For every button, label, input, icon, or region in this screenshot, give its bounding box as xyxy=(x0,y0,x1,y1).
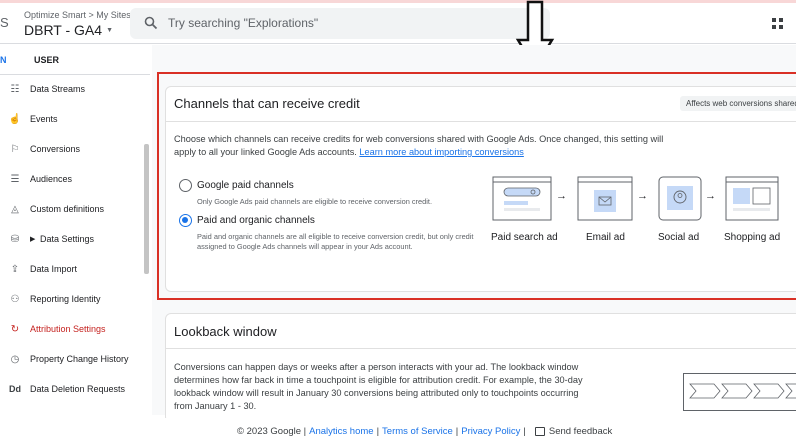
data-streams-icon: ☷ xyxy=(10,83,20,95)
feedback-icon xyxy=(534,427,545,436)
tab-user[interactable]: USER xyxy=(34,55,59,65)
sidebar-item-label: Data Import xyxy=(30,264,78,274)
sidebar-item-label: Events xyxy=(30,114,58,124)
upload-icon: ⇪ xyxy=(10,263,20,275)
sidebar-item-label: Data Streams xyxy=(30,84,86,94)
footer-copyright: © 2023 Google | xyxy=(237,426,307,437)
footer: © 2023 Google | Analytics home | Terms o… xyxy=(0,418,796,445)
footer-link-analytics-home[interactable]: Analytics home xyxy=(309,426,373,437)
sidebar-item-property-change-history[interactable]: ◷ Property Change History xyxy=(0,346,142,372)
footer-separator: | xyxy=(376,426,380,437)
sidebar-scrollbar[interactable] xyxy=(144,144,149,274)
sidebar-item-label: Custom definitions xyxy=(30,204,105,214)
sidebar-item-data-settings[interactable]: ⛁ ▶ Data Settings xyxy=(0,226,142,252)
top-bar: S Optimize Smart > My Sites DBRT - GA4 ▼… xyxy=(0,3,796,44)
divider xyxy=(165,348,796,349)
sidebar-nav: ☷ Data Streams ☝ Events ⚐ Conversions ☰ … xyxy=(0,76,150,416)
custom-definitions-icon: ◬ xyxy=(11,203,19,215)
sidebar-item-data-streams[interactable]: ☷ Data Streams xyxy=(0,76,142,102)
sidebar-item-audiences[interactable]: ☰ Audiences xyxy=(0,166,142,192)
account-breadcrumb[interactable]: Optimize Smart > My Sites xyxy=(24,10,131,20)
analytics-logo-fragment: S xyxy=(0,15,9,30)
sidebar-item-label: Data Settings xyxy=(40,234,95,244)
reporting-identity-icon: ⚇ xyxy=(10,293,20,305)
sidebar-item-label: Attribution Settings xyxy=(30,324,106,334)
property-selector[interactable]: DBRT - GA4 ▼ xyxy=(24,22,113,38)
caret-down-icon: ▼ xyxy=(106,26,113,34)
sidebar-item-data-import[interactable]: ⇪ Data Import xyxy=(0,256,142,282)
admin-tabs: N USER xyxy=(0,45,150,75)
search-icon xyxy=(144,16,158,30)
sidebar-item-reporting-identity[interactable]: ⚇ Reporting Identity xyxy=(0,286,142,312)
history-icon: ◷ xyxy=(10,353,20,365)
sidebar-item-events[interactable]: ☝ Events xyxy=(0,106,142,132)
expand-caret-icon: ▶ xyxy=(30,236,36,243)
page: S Optimize Smart > My Sites DBRT - GA4 ▼… xyxy=(0,0,796,445)
lookback-description: Conversions can happen days or weeks aft… xyxy=(174,362,583,411)
dd-icon: Dd xyxy=(9,384,21,394)
highlight-annotation-box xyxy=(157,72,796,300)
attribution-icon: ↻ xyxy=(10,323,20,335)
tab-admin-fragment[interactable]: N xyxy=(0,55,7,65)
sidebar-item-conversions[interactable]: ⚐ Conversions xyxy=(0,136,142,162)
search-placeholder: Try searching "Explorations" xyxy=(168,16,319,30)
database-icon: ⛁ xyxy=(10,233,20,245)
flag-icon: ⚐ xyxy=(10,143,20,155)
sidebar-item-custom-definitions[interactable]: ◬ Custom definitions xyxy=(0,196,142,222)
apps-grid-icon[interactable] xyxy=(772,18,783,29)
sidebar-item-label: Reporting Identity xyxy=(30,294,101,304)
sidebar-item-attribution-settings[interactable]: ↻ Attribution Settings xyxy=(0,316,142,342)
sidebar-item-label: Conversions xyxy=(30,144,81,154)
footer-link-terms[interactable]: Terms of Service xyxy=(382,426,453,437)
footer-separator: | xyxy=(455,426,459,437)
events-icon: ☝ xyxy=(8,113,22,125)
sidebar-item-label: Property Change History xyxy=(30,354,129,364)
sidebar-item-data-deletion-requests[interactable]: Dd Data Deletion Requests xyxy=(0,376,142,402)
footer-send-feedback[interactable]: Send feedback xyxy=(549,426,612,437)
footer-row: © 2023 Google | Analytics home | Terms o… xyxy=(237,426,612,437)
footer-link-privacy[interactable]: Privacy Policy xyxy=(461,426,520,437)
sidebar-item-label: Data Deletion Requests xyxy=(30,384,126,394)
footer-separator: | xyxy=(523,426,526,437)
search-bar[interactable]: Try searching "Explorations" xyxy=(130,8,550,39)
lookback-timeline-illustration xyxy=(683,373,796,411)
audiences-icon: ☰ xyxy=(10,173,20,185)
sidebar-item-label: Audiences xyxy=(30,174,73,184)
property-name: DBRT - GA4 xyxy=(24,22,103,38)
lookback-card-title: Lookback window xyxy=(174,324,277,339)
timeline-chevrons-icon xyxy=(689,383,796,399)
